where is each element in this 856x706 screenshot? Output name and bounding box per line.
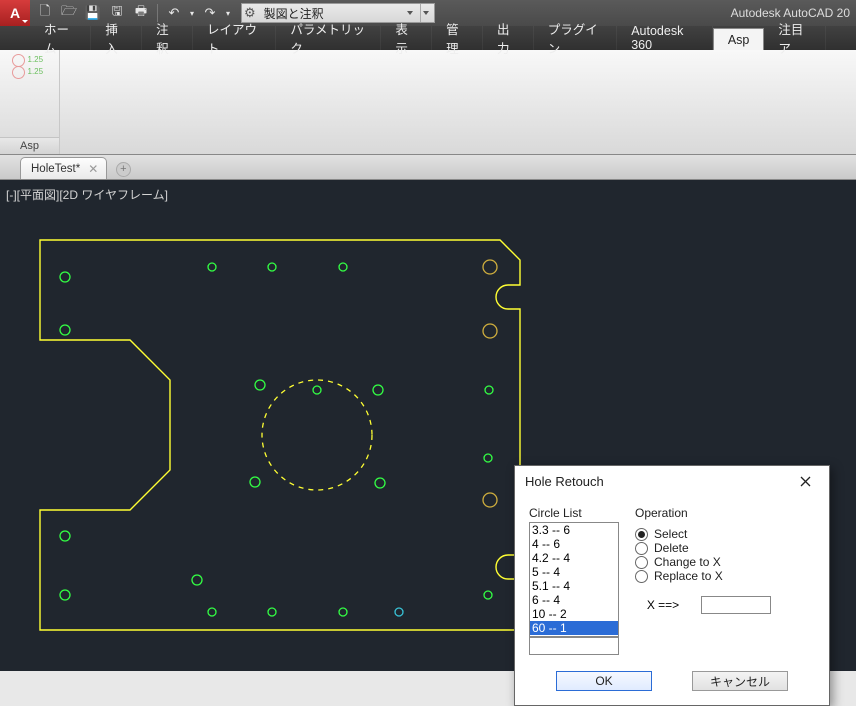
list-item[interactable]: 4.2 -- 4 <box>530 551 618 565</box>
app-menu-button[interactable]: A <box>0 0 30 26</box>
new-drawing-tab-button[interactable]: + <box>111 159 135 179</box>
operation-radio-select[interactable]: Select <box>635 527 771 541</box>
operation-radio-label: Delete <box>654 541 689 555</box>
x-value-label: X ==> <box>635 598 691 612</box>
operation-radio-delete[interactable]: Delete <box>635 541 771 555</box>
circle-listbox[interactable]: 3.3 -- 64 -- 64.2 -- 45 -- 45.1 -- 46 --… <box>529 522 619 637</box>
ok-button[interactable]: OK <box>556 671 652 691</box>
list-item[interactable]: 5.1 -- 4 <box>530 579 618 593</box>
title-bar: A 🗋 🗁 💾 🖫 🖶 ↶ ▾ ↷ ▾ ⚙ 製図と注釈 Autodesk Aut… <box>0 0 856 26</box>
circle-list-label: Circle List <box>529 506 619 520</box>
drawing-tab-bar: HoleTest* ✕ + <box>0 155 856 180</box>
operation-radio-label: Select <box>654 527 687 541</box>
drawing-canvas[interactable]: [-][平面図][2D ワイヤフレーム] <box>0 180 856 671</box>
operation-radio-label: Change to X <box>654 555 721 569</box>
ribbon-tab-パラメトリック[interactable]: パラメトリック <box>276 26 381 50</box>
radio-icon <box>635 528 648 541</box>
ribbon-tab-挿入[interactable]: 挿入 <box>91 26 142 50</box>
dialog-close-button[interactable] <box>791 469 819 493</box>
list-item[interactable]: 4 -- 6 <box>530 537 618 551</box>
close-icon[interactable]: ✕ <box>88 162 98 176</box>
ribbon-tab-ホーム[interactable]: ホーム <box>30 26 91 50</box>
ribbon-tab-管理[interactable]: 管理 <box>432 26 483 50</box>
cancel-button[interactable]: キャンセル <box>692 671 788 691</box>
ribbon-tab-表示[interactable]: 表示 <box>381 26 432 50</box>
dialog-titlebar[interactable]: Hole Retouch <box>515 466 829 496</box>
ribbon-panel-label: Asp <box>0 137 59 154</box>
x-value-input[interactable] <box>701 596 771 614</box>
undo-dd-icon[interactable]: ▾ <box>187 2 197 24</box>
close-icon <box>800 476 811 487</box>
list-item[interactable]: 3.3 -- 6 <box>530 523 618 537</box>
hole-retouch-tool-icon[interactable]: 1.25 1.25 <box>10 54 50 84</box>
radio-icon <box>635 570 648 583</box>
list-item[interactable]: 60 -- 1 <box>530 621 618 635</box>
plus-icon: + <box>116 162 131 177</box>
ribbon-tab-Autodesk 360[interactable]: Autodesk 360 <box>617 26 713 50</box>
operation-radio-label: Replace to X <box>654 569 723 583</box>
app-icon-letter: A <box>10 5 20 21</box>
circle-list-filter-input[interactable] <box>529 637 619 655</box>
ribbon-tabs: ホーム挿入注釈レイアウトパラメトリック表示管理出力プラグインAutodesk 3… <box>0 26 856 50</box>
dialog-title: Hole Retouch <box>525 474 604 489</box>
hole-retouch-dialog: Hole Retouch Circle List 3.3 -- 64 -- 64… <box>514 465 830 706</box>
operation-radio-change-to-x[interactable]: Change to X <box>635 555 771 569</box>
ribbon-tab-プラグイン[interactable]: プラグイン <box>534 26 617 50</box>
operation-label: Operation <box>635 506 771 520</box>
drawing-tab[interactable]: HoleTest* ✕ <box>20 157 107 179</box>
list-item[interactable]: 6 -- 4 <box>530 593 618 607</box>
radio-icon <box>635 556 648 569</box>
ribbon-tab-注目ア[interactable]: 注目ア <box>764 26 826 50</box>
chevron-down-icon <box>407 11 413 15</box>
ribbon-tab-出力[interactable]: 出力 <box>483 26 534 50</box>
list-item[interactable]: 5 -- 4 <box>530 565 618 579</box>
list-item[interactable]: 10 -- 2 <box>530 607 618 621</box>
ribbon-tab-Asp[interactable]: Asp <box>713 28 765 50</box>
ribbon-panel-asp: 1.25 1.25 Asp <box>0 50 60 154</box>
ribbon-tab-注釈[interactable]: 注釈 <box>142 26 193 50</box>
save-icon[interactable]: 💾 <box>82 2 104 24</box>
operation-radio-replace-to-x[interactable]: Replace to X <box>635 569 771 583</box>
ribbon-panel: 1.25 1.25 Asp <box>0 50 856 155</box>
workspace-dd-expand[interactable] <box>420 4 432 22</box>
print-icon[interactable]: 🖶 <box>130 2 152 24</box>
radio-icon <box>635 542 648 555</box>
ribbon-tab-レイアウト[interactable]: レイアウト <box>193 26 276 50</box>
drawing-tab-name: HoleTest* <box>31 163 80 175</box>
window-title: Autodesk AutoCAD 20 <box>435 6 856 20</box>
